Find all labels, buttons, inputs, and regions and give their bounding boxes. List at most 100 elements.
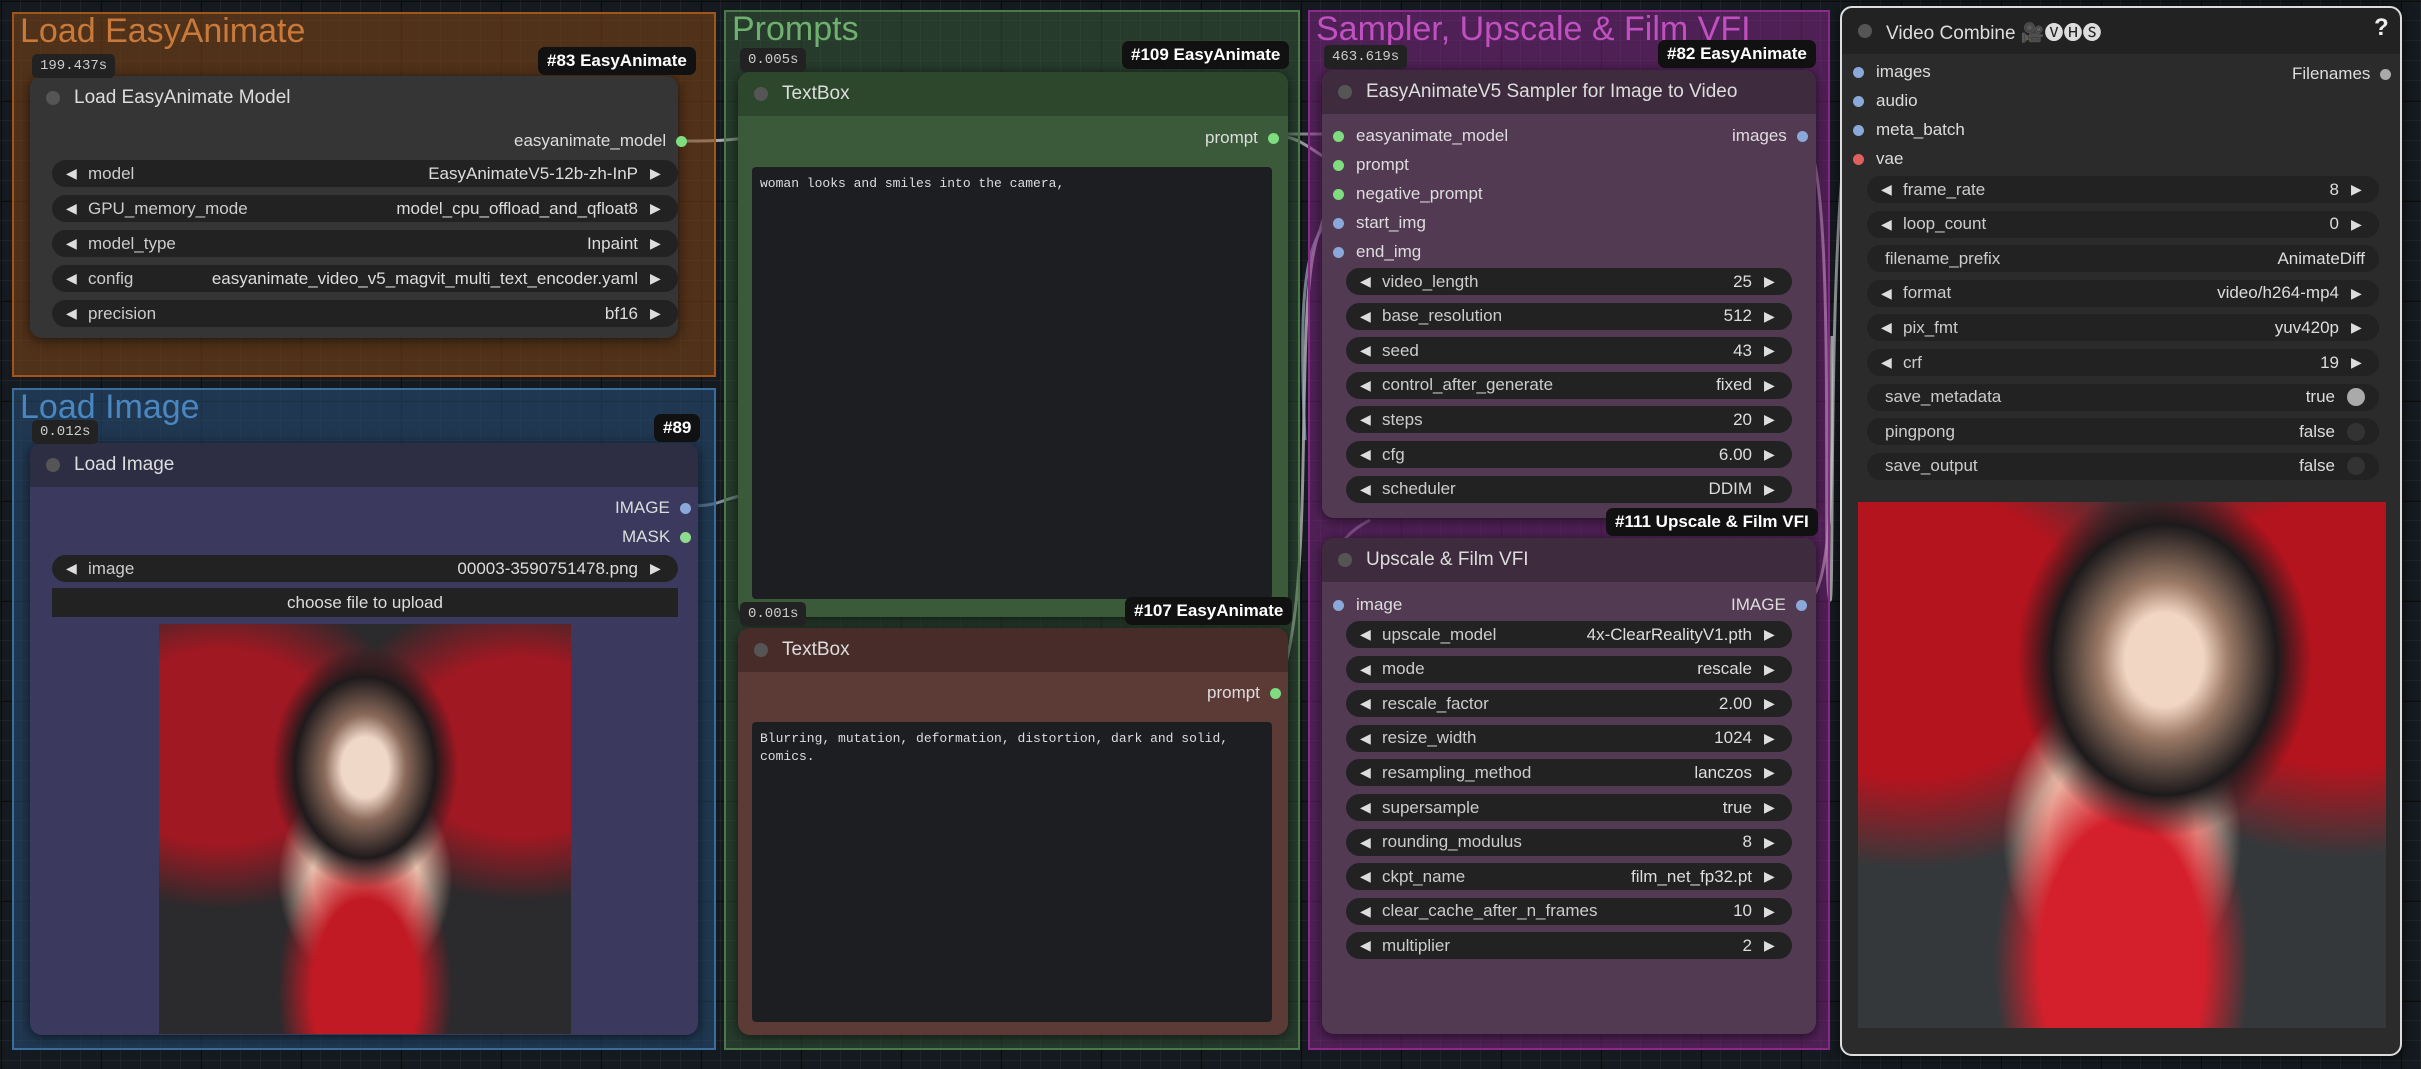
collapse-dot-icon[interactable] xyxy=(1338,85,1352,99)
widget-precision[interactable]: ◀ precision bf16 ▶ xyxy=(52,300,678,327)
output-mask[interactable]: MASK xyxy=(622,527,692,547)
input-socket-icon[interactable] xyxy=(1853,124,1864,136)
right-arrow-icon[interactable]: ▶ xyxy=(650,270,664,287)
left-arrow-icon[interactable]: ◀ xyxy=(1360,411,1374,428)
collapse-dot-icon[interactable] xyxy=(1858,24,1872,38)
right-arrow-icon[interactable]: ▶ xyxy=(1764,273,1778,290)
left-arrow-icon[interactable]: ◀ xyxy=(1360,730,1374,747)
left-arrow-icon[interactable]: ◀ xyxy=(1360,799,1374,816)
node-header[interactable]: EasyAnimateV5 Sampler for Image to Video xyxy=(1322,70,1816,114)
left-arrow-icon[interactable]: ◀ xyxy=(1360,342,1374,359)
output-socket-icon[interactable] xyxy=(1795,599,1807,611)
output-socket-icon[interactable] xyxy=(676,135,688,147)
widget-save-output[interactable]: save_output false xyxy=(1867,452,2379,480)
right-arrow-icon[interactable]: ▶ xyxy=(1764,308,1778,325)
left-arrow-icon[interactable]: ◀ xyxy=(66,200,80,217)
toggle-icon[interactable] xyxy=(2347,457,2365,476)
right-arrow-icon[interactable]: ▶ xyxy=(650,235,664,252)
left-arrow-icon[interactable]: ◀ xyxy=(1360,308,1374,325)
toggle-icon[interactable] xyxy=(2347,422,2365,441)
left-arrow-icon[interactable]: ◀ xyxy=(1360,273,1374,290)
widget-multiplier[interactable]: ◀ multiplier 2 ▶ xyxy=(1346,932,1792,960)
left-arrow-icon[interactable]: ◀ xyxy=(1360,764,1374,781)
input-socket-icon[interactable] xyxy=(1853,95,1864,107)
widget-seed[interactable]: ◀ seed 43 ▶ xyxy=(1346,337,1792,365)
left-arrow-icon[interactable]: ◀ xyxy=(1360,903,1374,920)
right-arrow-icon[interactable]: ▶ xyxy=(1764,937,1778,954)
right-arrow-icon[interactable]: ▶ xyxy=(1764,868,1778,885)
input-start-img[interactable]: start_img xyxy=(1333,213,1426,233)
input-socket-icon[interactable] xyxy=(1333,599,1344,611)
output-socket-icon[interactable] xyxy=(679,502,691,514)
widget-ckpt-name[interactable]: ◀ ckpt_name film_net_fp32.pt ▶ xyxy=(1346,863,1792,891)
output-socket-icon[interactable] xyxy=(1796,130,1808,142)
input-images[interactable]: images xyxy=(1853,62,1931,82)
left-arrow-icon[interactable]: ◀ xyxy=(66,270,80,287)
right-arrow-icon[interactable]: ▶ xyxy=(2351,285,2365,302)
image-select-widget[interactable]: ◀ image 00003-3590751478.png ▶ xyxy=(52,555,678,582)
right-arrow-icon[interactable]: ▶ xyxy=(1764,626,1778,643)
left-arrow-icon[interactable]: ◀ xyxy=(1360,626,1374,643)
widget-format[interactable]: ◀ format video/h264-mp4 ▶ xyxy=(1867,279,2379,307)
input-negative-prompt[interactable]: negative_prompt xyxy=(1333,184,1483,204)
widget-scheduler[interactable]: ◀ scheduler DDIM ▶ xyxy=(1346,475,1792,503)
right-arrow-icon[interactable]: ▶ xyxy=(2351,319,2365,336)
collapse-dot-icon[interactable] xyxy=(754,87,768,101)
collapse-dot-icon[interactable] xyxy=(46,91,60,105)
input-meta-batch[interactable]: meta_batch xyxy=(1853,120,1965,140)
left-arrow-icon[interactable]: ◀ xyxy=(1360,481,1374,498)
widget-frame-rate[interactable]: ◀ frame_rate 8 ▶ xyxy=(1867,176,2379,203)
input-socket-icon[interactable] xyxy=(1333,159,1344,171)
right-arrow-icon[interactable]: ▶ xyxy=(1764,446,1778,463)
left-arrow-icon[interactable]: ◀ xyxy=(1360,937,1374,954)
output-socket-icon[interactable] xyxy=(1267,132,1279,144)
widget-control-after-generate[interactable]: ◀ control_after_generate fixed ▶ xyxy=(1346,371,1792,399)
left-arrow-icon[interactable]: ◀ xyxy=(1360,868,1374,885)
widget-save-metadata[interactable]: save_metadata true xyxy=(1867,383,2379,411)
input-prompt[interactable]: prompt xyxy=(1333,155,1409,175)
widget-pix-fmt[interactable]: ◀ pix_fmt yuv420p ▶ xyxy=(1867,314,2379,342)
output-socket-icon[interactable] xyxy=(2380,68,2392,80)
right-arrow-icon[interactable]: ▶ xyxy=(1764,411,1778,428)
widget-upscale-model[interactable]: ◀ upscale_model 4x-ClearRealityV1.pth ▶ xyxy=(1346,621,1792,648)
output-socket-icon[interactable] xyxy=(1269,687,1281,699)
right-arrow-icon[interactable]: ▶ xyxy=(2351,216,2365,233)
right-arrow-icon[interactable]: ▶ xyxy=(650,165,664,182)
node-header[interactable]: Load Image xyxy=(30,443,698,487)
input-vae[interactable]: vae xyxy=(1853,149,1903,169)
output-filenames[interactable]: Filenames xyxy=(2292,64,2392,84)
right-arrow-icon[interactable]: ▶ xyxy=(1764,834,1778,851)
input-socket-icon[interactable] xyxy=(1333,217,1344,229)
right-arrow-icon[interactable]: ▶ xyxy=(1764,903,1778,920)
output-prompt[interactable]: prompt xyxy=(1205,128,1279,148)
right-arrow-icon[interactable]: ▶ xyxy=(1764,695,1778,712)
right-arrow-icon[interactable]: ▶ xyxy=(1764,730,1778,747)
widget-loop-count[interactable]: ◀ loop_count 0 ▶ xyxy=(1867,210,2379,238)
left-arrow-icon[interactable]: ◀ xyxy=(1881,181,1895,198)
widget-pingpong[interactable]: pingpong false xyxy=(1867,418,2379,446)
right-arrow-icon[interactable]: ▶ xyxy=(1764,661,1778,678)
node-header[interactable]: Load EasyAnimate Model xyxy=(30,76,678,120)
left-arrow-icon[interactable]: ◀ xyxy=(1881,216,1895,233)
node-header[interactable]: TextBox xyxy=(738,628,1288,672)
output-video-preview[interactable] xyxy=(1858,502,2386,1028)
left-arrow-icon[interactable]: ◀ xyxy=(1360,834,1374,851)
left-arrow-icon[interactable]: ◀ xyxy=(1360,446,1374,463)
right-arrow-icon[interactable]: ▶ xyxy=(1764,799,1778,816)
widget-video-length[interactable]: ◀ video_length 25 ▶ xyxy=(1346,268,1792,295)
right-arrow-icon[interactable]: ▶ xyxy=(650,560,664,577)
left-arrow-icon[interactable]: ◀ xyxy=(66,235,80,252)
help-icon[interactable]: ? xyxy=(2374,14,2389,42)
widget-rounding-modulus[interactable]: ◀ rounding_modulus 8 ▶ xyxy=(1346,828,1792,856)
widget-rescale-factor[interactable]: ◀ rescale_factor 2.00 ▶ xyxy=(1346,690,1792,718)
node-header[interactable]: Upscale & Film VFI xyxy=(1322,538,1816,582)
output-images[interactable]: images xyxy=(1732,126,1808,146)
output-prompt[interactable]: prompt xyxy=(1207,683,1281,703)
input-easyanimate-model[interactable]: easyanimate_model xyxy=(1333,126,1508,146)
toggle-icon[interactable] xyxy=(2347,388,2365,407)
right-arrow-icon[interactable]: ▶ xyxy=(650,305,664,322)
input-socket-icon[interactable] xyxy=(1333,130,1344,142)
widget-clear-cache-after-n-frames[interactable]: ◀ clear_cache_after_n_frames 10 ▶ xyxy=(1346,897,1792,925)
node-header[interactable]: Video Combine 🎥🅥🅗🅢 xyxy=(1842,8,2400,54)
input-socket-icon[interactable] xyxy=(1853,153,1864,165)
